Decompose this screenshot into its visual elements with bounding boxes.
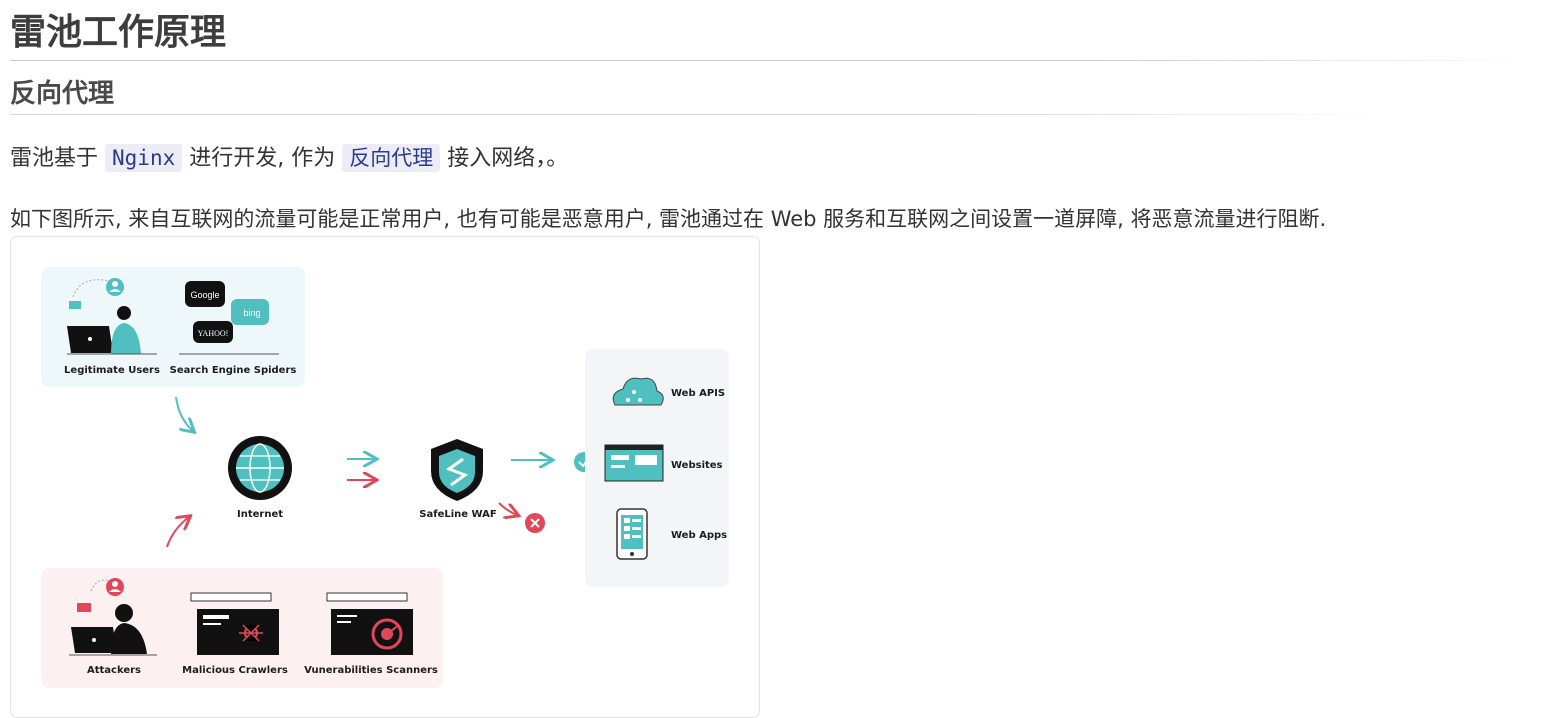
safeline-waf-label: SafeLine WAF bbox=[419, 509, 496, 520]
code-reverse-proxy: 反向代理 bbox=[342, 144, 441, 172]
globe-icon bbox=[228, 436, 292, 500]
internet-label: Internet bbox=[237, 509, 283, 520]
title-divider bbox=[10, 60, 1535, 61]
section-heading: 反向代理 bbox=[10, 79, 115, 109]
page-title: 雷池工作原理 bbox=[10, 12, 227, 53]
legitimate-users-label: Legitimate Users bbox=[64, 365, 160, 376]
yahoo-logo-text: YAHOO! bbox=[198, 329, 229, 338]
good-traffic-arrow bbox=[175, 396, 193, 431]
web-apis-label: Web APIS bbox=[671, 388, 725, 399]
websites-label: Websites bbox=[671, 460, 723, 471]
architecture-diagram: Legitimate Users Google bing YAHOO! Sear… bbox=[10, 236, 760, 718]
code-nginx: Nginx bbox=[105, 144, 183, 172]
bing-logo-text: bing bbox=[243, 308, 260, 318]
section-divider bbox=[10, 114, 1390, 115]
block-arrow bbox=[498, 502, 517, 515]
mobile-app-icon bbox=[616, 508, 648, 560]
attackers-label: Attackers bbox=[87, 665, 141, 676]
vulnerability-scanners-label: Vunerabilities Scanners bbox=[304, 665, 438, 676]
shield-icon bbox=[431, 439, 483, 501]
search-engine-spiders-label: Search Engine Spiders bbox=[170, 365, 297, 376]
intro-paragraph: 雷池基于 Nginx 进行开发, 作为 反向代理 接入网络，。 bbox=[10, 142, 568, 175]
para1-prefix: 雷池基于 bbox=[10, 146, 99, 171]
blocked-icon bbox=[525, 513, 545, 533]
description-paragraph: 如下图所示, 来自互联网的流量可能是正常用户, 也有可能是恶意用户, 雷池通过在… bbox=[10, 207, 1327, 231]
web-apps-label: Web Apps bbox=[671, 530, 727, 541]
website-icon bbox=[604, 444, 664, 482]
para1-suffix: 接入网络，。 bbox=[447, 146, 569, 171]
bad-traffic-arrow bbox=[166, 517, 189, 548]
malicious-crawlers-label: Malicious Crawlers bbox=[182, 665, 288, 676]
google-logo-text: Google bbox=[190, 290, 219, 300]
para1-middle: 进行开发, 作为 bbox=[189, 146, 336, 171]
